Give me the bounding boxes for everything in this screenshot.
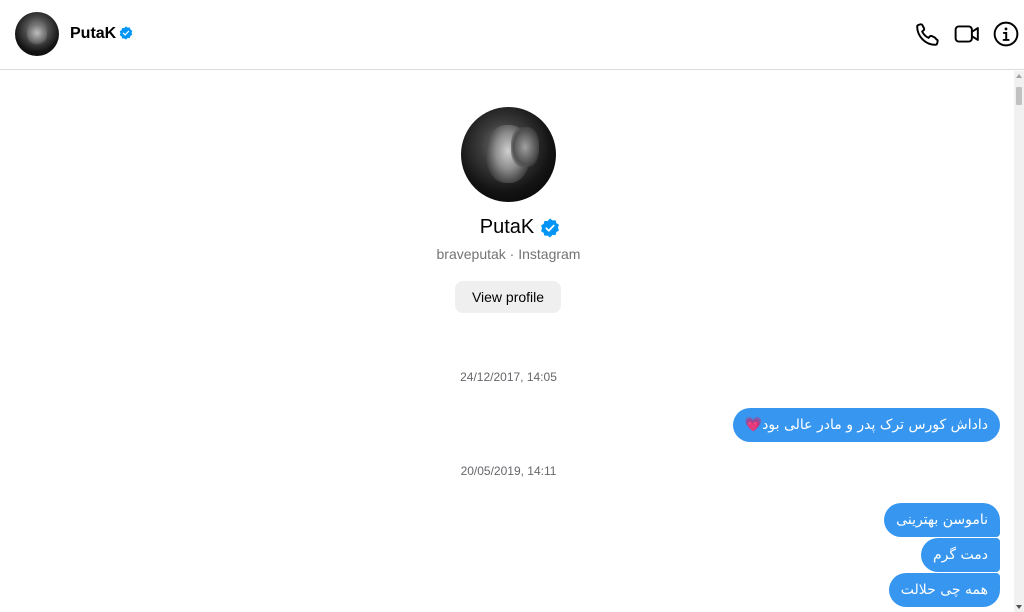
contact-name[interactable]: PutaK [70, 25, 116, 43]
info-icon[interactable] [993, 21, 1019, 47]
profile-avatar[interactable] [461, 107, 556, 202]
scroll-down-arrow-icon[interactable] [1016, 605, 1022, 609]
profile-name: PutaK [479, 216, 535, 238]
chat-header: PutaK [0, 0, 1024, 70]
avatar[interactable] [15, 12, 59, 56]
scrollbar[interactable] [1014, 71, 1024, 612]
verified-badge-icon [119, 26, 133, 40]
message-timestamp: 24/12/2017, 14:05 [460, 370, 557, 384]
view-profile-button[interactable]: View profile [455, 281, 561, 313]
profile-name-wrap: PutaK [480, 216, 560, 239]
verified-badge-icon [541, 218, 560, 238]
message-bubble[interactable]: ناموسن بهترینی [884, 503, 1000, 537]
video-call-icon[interactable] [954, 21, 980, 47]
message-bubble[interactable]: دمت گرم [921, 538, 1000, 572]
message-thread: PutaK braveputak · Instagram View profil… [0, 71, 1014, 612]
message-bubble[interactable]: داداش کورس ترک پدر و مادر عالی بود💗 [732, 408, 1000, 442]
scroll-up-arrow-icon[interactable] [1016, 74, 1022, 78]
message-timestamp: 20/05/2019, 14:11 [460, 464, 557, 478]
profile-subtitle: braveputak · Instagram [436, 246, 581, 262]
phone-icon[interactable] [915, 21, 941, 47]
message-bubble[interactable]: همه چی حلالت [888, 573, 1000, 607]
scroll-thumb[interactable] [1016, 87, 1022, 105]
